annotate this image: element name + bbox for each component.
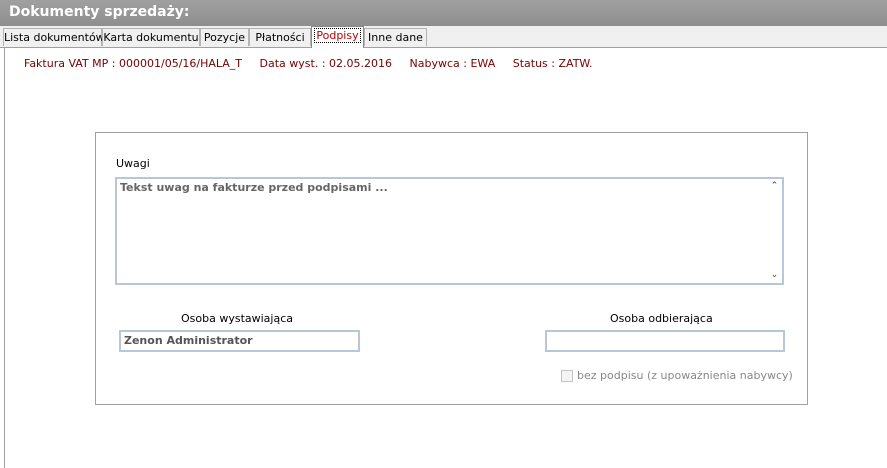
issuer-field[interactable]: Zenon Administrator	[119, 330, 360, 352]
notes-scrollbar[interactable]: ⌃ ⌄	[767, 179, 782, 283]
tab-label: Podpisy	[314, 28, 361, 43]
scroll-down-icon[interactable]: ⌄	[770, 271, 779, 280]
issuer-label: Osoba wystawiająca	[181, 312, 294, 325]
issue-date: Data wyst. : 02.05.2016	[259, 57, 393, 70]
scroll-up-icon[interactable]: ⌃	[770, 182, 779, 191]
tab-strip: Lista dokumentów Karta dokumentu Pozycje…	[0, 26, 887, 48]
document-info-bar: Faktura VAT MP : 000001/05/16/HALA_T Dat…	[24, 57, 607, 70]
tab-label: Karta dokumentu	[103, 31, 199, 44]
notes-textarea[interactable]: Tekst uwag na fakturze przed podpisami .…	[115, 177, 784, 285]
no-signature-label: bez podpisu (z upoważnienia nabywcy)	[577, 369, 793, 382]
tab-label: Płatności	[255, 31, 305, 44]
window-title: Dokumenty sprzedaży:	[9, 4, 190, 20]
document-number: Faktura VAT MP : 000001/05/16/HALA_T	[24, 57, 243, 70]
receiver-field[interactable]	[545, 330, 785, 352]
no-signature-checkbox[interactable]	[561, 370, 573, 382]
tab-label: Lista dokumentów	[4, 31, 105, 44]
buyer: Nabywca : EWA	[409, 57, 496, 70]
document-status: Status : ZATW.	[512, 57, 593, 70]
notes-text: Tekst uwag na fakturze przed podpisami .…	[120, 181, 388, 194]
notes-label: Uwagi	[116, 157, 150, 170]
receiver-label: Osoba odbierająca	[610, 312, 713, 325]
tab-pozycje[interactable]: Pozycje	[200, 28, 249, 46]
tab-label: Inne dane	[368, 31, 423, 44]
tab-podpisy[interactable]: Podpisy	[311, 26, 364, 48]
left-border	[4, 47, 5, 468]
tab-karta-dokumentu[interactable]: Karta dokumentu	[102, 28, 200, 46]
window-title-bar: Dokumenty sprzedaży:	[0, 0, 887, 27]
tab-inne-dane[interactable]: Inne dane	[364, 28, 427, 46]
tab-label: Pozycje	[203, 31, 246, 44]
tab-platnosci[interactable]: Płatności	[249, 28, 311, 46]
tab-lista-dokumentow[interactable]: Lista dokumentów	[3, 28, 105, 46]
